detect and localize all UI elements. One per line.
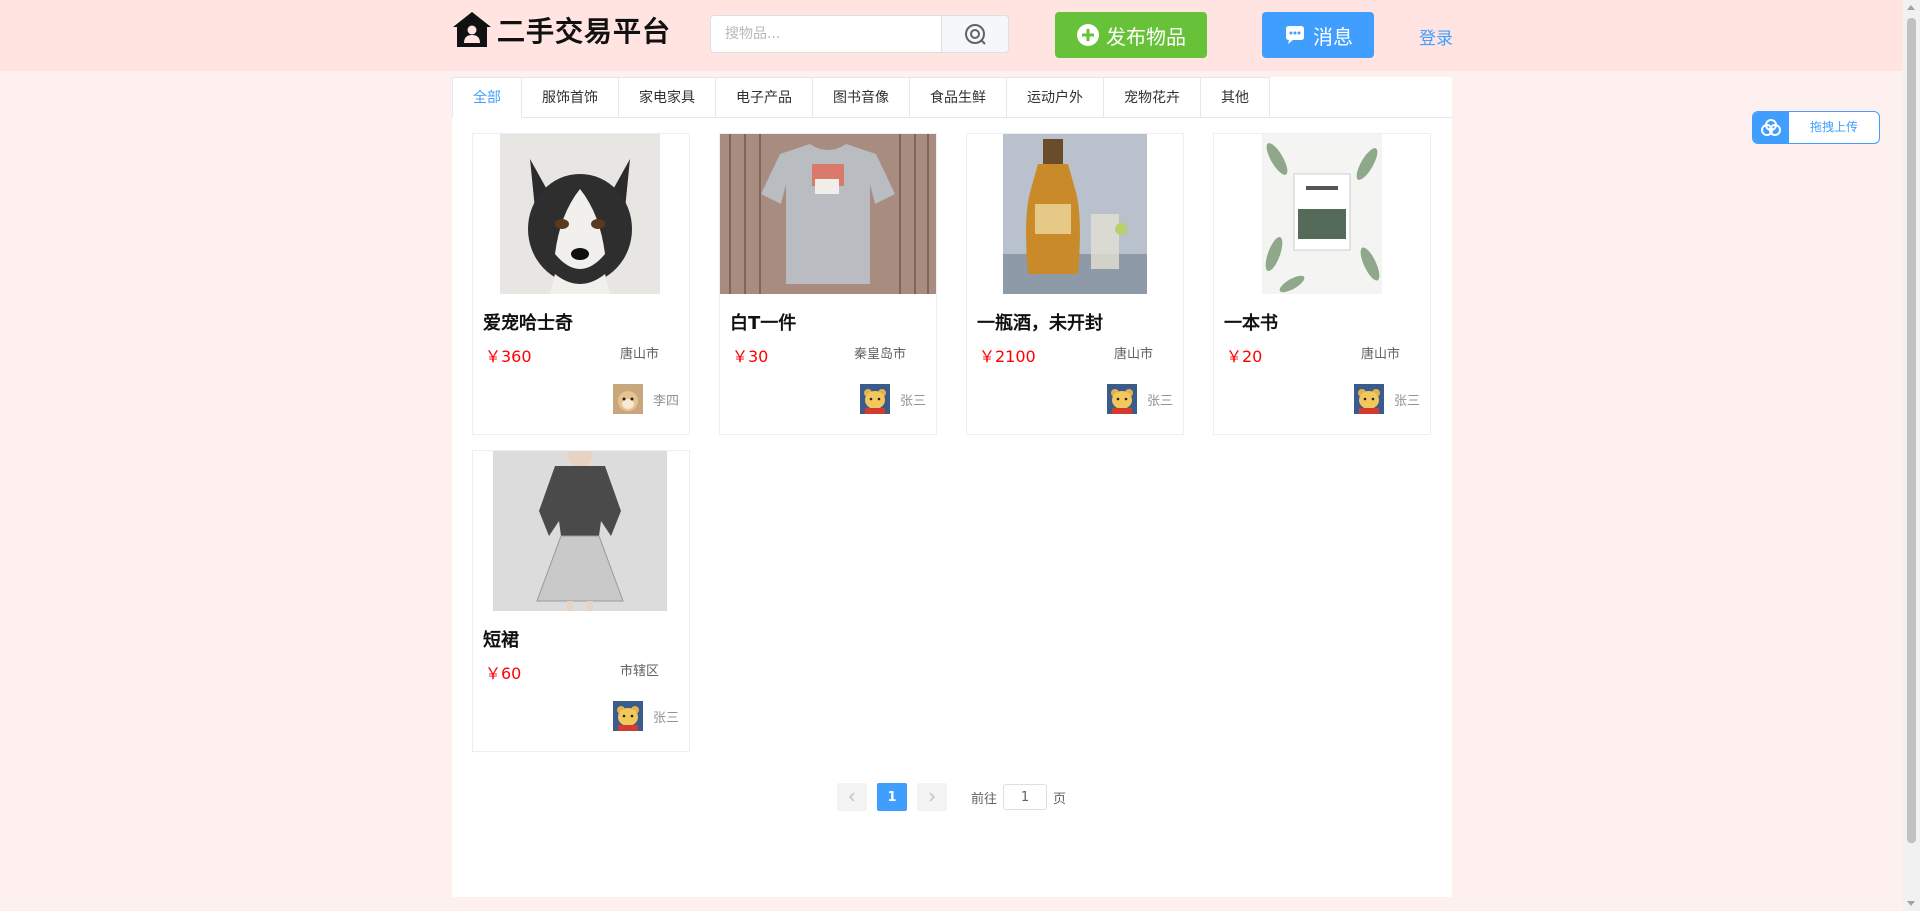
seller-name: 张三 — [1146, 393, 1173, 409]
seller-name: 张三 — [899, 393, 926, 409]
product-title: 爱宠哈士奇 — [483, 313, 573, 334]
top-header: 二手交易平台 发布物品 消息 登录 — [0, 0, 1920, 71]
product-image — [720, 134, 936, 294]
publish-button[interactable]: 发布物品 — [1055, 12, 1207, 58]
pagination: 1 前往 页 — [837, 783, 1066, 811]
search-icon — [965, 24, 986, 45]
avatar — [859, 384, 890, 414]
product-image — [500, 134, 660, 294]
tab-clothing[interactable]: 服饰首饰 — [522, 77, 619, 117]
chat-icon — [1286, 26, 1304, 44]
product-city: 市辖区 — [619, 664, 659, 679]
seller-info: 张三 — [612, 701, 679, 731]
product-city: 唐山市 — [1113, 347, 1153, 362]
product-city: 唐山市 — [619, 347, 659, 362]
tab-appliances[interactable]: 家电家具 — [619, 77, 716, 117]
message-button[interactable]: 消息 — [1262, 12, 1374, 58]
avatar — [612, 384, 643, 414]
search-button[interactable] — [941, 16, 1008, 52]
avatar — [1106, 384, 1137, 414]
product-city: 秦皇岛市 — [853, 347, 906, 362]
page-number[interactable]: 1 — [877, 783, 907, 811]
tab-pets[interactable]: 宠物花卉 — [1104, 77, 1201, 117]
chevron-left-icon — [848, 792, 855, 802]
login-link[interactable]: 登录 — [1419, 24, 1453, 49]
seller-info: 张三 — [859, 384, 926, 414]
seller-name: 张三 — [1393, 393, 1420, 409]
product-card[interactable]: 白T一件 ￥30 秦皇岛市 张三 — [719, 133, 937, 435]
product-price: ￥60 — [485, 664, 522, 683]
avatar — [612, 701, 643, 731]
page-scrollbar[interactable] — [1903, 0, 1920, 911]
product-price: ￥2100 — [979, 347, 1036, 366]
product-image — [1262, 134, 1382, 294]
seller-info: 张三 — [1106, 384, 1173, 414]
scroll-down-icon[interactable] — [1907, 901, 1915, 906]
product-price: ￥30 — [732, 347, 769, 366]
product-image — [1003, 134, 1147, 294]
seller-name: 李四 — [652, 393, 679, 409]
drag-upload-widget[interactable]: 拖拽上传 — [1752, 111, 1880, 144]
house-icon — [453, 12, 491, 47]
seller-info: 张三 — [1353, 384, 1420, 414]
product-title: 短裙 — [483, 630, 519, 651]
product-title: 白T一件 — [730, 313, 797, 334]
product-card[interactable]: 一瓶酒，未开封 ￥2100 唐山市 张三 — [966, 133, 1184, 435]
tab-books[interactable]: 图书音像 — [813, 77, 910, 117]
goto-page: 前往 页 — [971, 784, 1066, 810]
seller-info: 李四 — [612, 384, 679, 414]
product-card[interactable]: 短裙 ￥60 市辖区 张三 — [472, 450, 690, 752]
tab-all[interactable]: 全部 — [452, 77, 522, 118]
publish-label: 发布物品 — [1106, 24, 1186, 49]
search-input[interactable] — [711, 16, 941, 52]
prev-page-button[interactable] — [837, 783, 867, 811]
goto-prefix: 前往 — [971, 791, 998, 807]
product-image — [493, 451, 667, 611]
next-page-button[interactable] — [917, 783, 947, 811]
product-card[interactable]: 一本书 ￥20 唐山市 张三 — [1213, 133, 1431, 435]
product-city: 唐山市 — [1360, 347, 1400, 362]
goto-suffix: 页 — [1053, 791, 1067, 807]
cloud-icon — [1753, 112, 1789, 143]
product-card[interactable]: 爱宠哈士奇 ￥360 唐山市 李四 — [472, 133, 690, 435]
product-title: 一瓶酒，未开封 — [977, 313, 1103, 334]
scrollbar-thumb[interactable] — [1907, 18, 1916, 843]
product-title: 一本书 — [1224, 313, 1278, 334]
tab-sports[interactable]: 运动户外 — [1007, 77, 1104, 117]
site-title: 二手交易平台 — [497, 15, 672, 48]
product-price: ￥20 — [1226, 347, 1263, 366]
goto-page-input[interactable] — [1003, 784, 1048, 810]
scroll-up-icon[interactable] — [1907, 5, 1915, 10]
add-circle-icon — [1077, 24, 1099, 46]
upload-label: 拖拽上传 — [1809, 120, 1858, 134]
tab-food[interactable]: 食品生鲜 — [910, 77, 1007, 117]
chevron-right-icon — [929, 792, 936, 802]
message-label: 消息 — [1313, 24, 1353, 49]
product-price: ￥360 — [485, 347, 532, 366]
search-box — [710, 15, 1009, 53]
tab-electronics[interactable]: 电子产品 — [716, 77, 813, 117]
main-content: 全部 服饰首饰 家电家具 电子产品 图书音像 食品生鲜 运动户外 宠物花卉 其他… — [452, 77, 1452, 897]
avatar — [1353, 384, 1384, 414]
seller-name: 张三 — [652, 710, 679, 726]
tab-other[interactable]: 其他 — [1201, 77, 1270, 117]
site-logo[interactable]: 二手交易平台 — [451, 8, 671, 52]
category-tabs: 全部 服饰首饰 家电家具 电子产品 图书音像 食品生鲜 运动户外 宠物花卉 其他 — [452, 77, 1452, 118]
